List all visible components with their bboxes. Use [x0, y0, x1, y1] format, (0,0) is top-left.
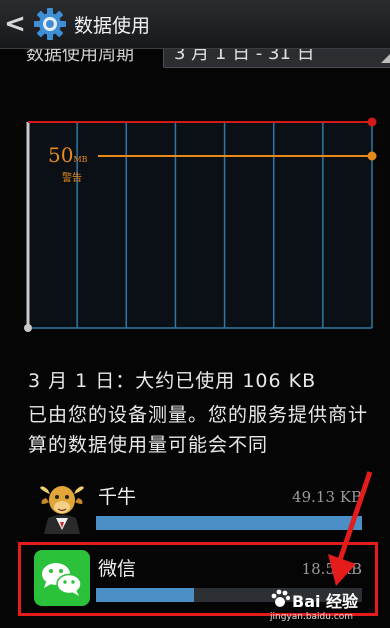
warning-value-label: 50MB: [48, 143, 88, 167]
warning-value: 50: [48, 143, 74, 167]
watermark-url: jingyan.baidu.com: [270, 612, 354, 622]
paw-icon: [271, 589, 290, 607]
usage-handle[interactable]: [24, 324, 32, 332]
limit-handle[interactable]: [367, 117, 377, 127]
usage-chart[interactable]: 50MB 警告: [18, 108, 380, 338]
watermark-text: Bai 经验: [292, 592, 359, 611]
usage-summary: 3 月 1 日：大约已使用 106 KB: [28, 370, 317, 392]
back-button[interactable]: <: [0, 0, 30, 48]
measurement-note: 已由您的设备测量。您的服务提供商计算的数据使用量可能会不同: [28, 404, 369, 456]
page-title: 数据使用: [74, 14, 151, 37]
cow-avatar-icon: [34, 478, 90, 534]
annotation-arrow: [328, 471, 373, 586]
dropdown-corner-icon: [381, 53, 390, 63]
app-name: 千牛: [98, 486, 137, 508]
baidu-watermark: Bai 经验 jingyan.baidu.com: [268, 588, 386, 626]
warning-handle[interactable]: [367, 151, 377, 161]
warning-text: 警告: [62, 173, 82, 184]
warning-unit: MB: [73, 155, 88, 164]
gear-icon: [30, 0, 70, 48]
action-bar: < 数据使用: [0, 0, 390, 49]
